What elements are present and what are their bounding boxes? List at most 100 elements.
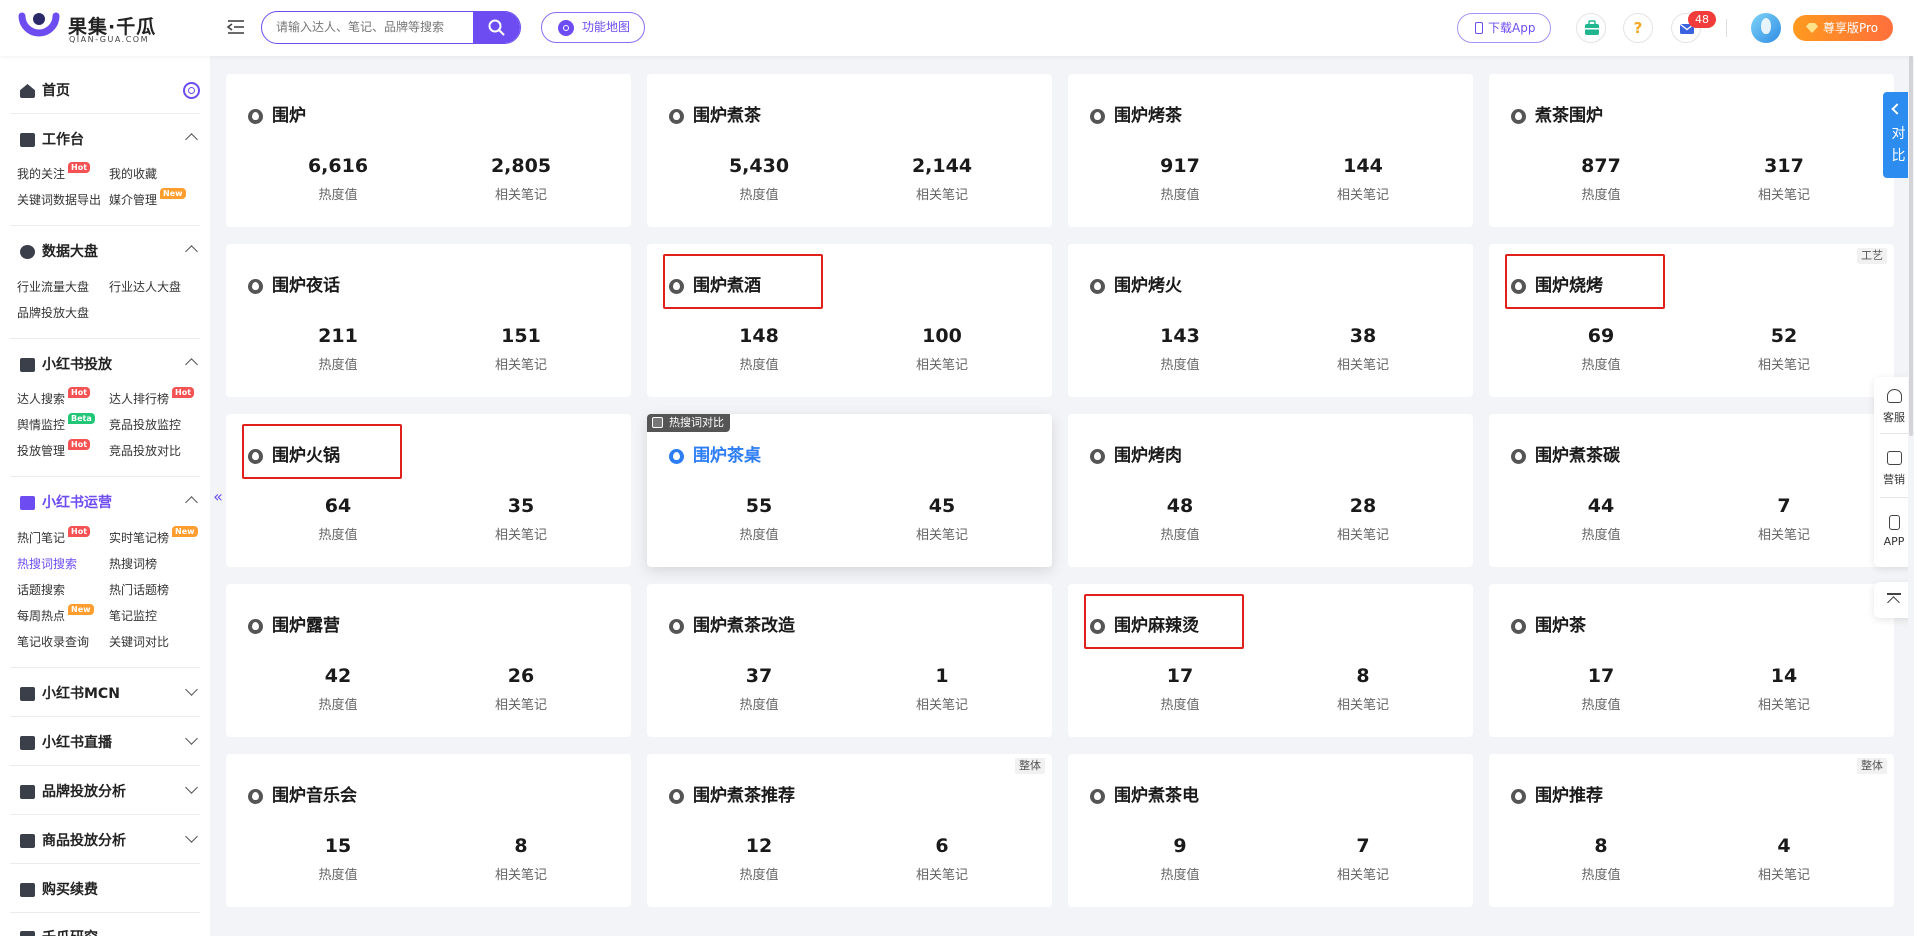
- hot-search-compare-checkbox[interactable]: 热搜词对比: [647, 414, 730, 432]
- sidebar-item-my-follow[interactable]: 我的关注: [17, 166, 65, 182]
- keyword-card[interactable]: 围炉 6,616 2,805 热度值 相关笔记: [226, 74, 631, 227]
- help-button[interactable]: ?: [1623, 13, 1653, 43]
- keyword-title[interactable]: 围炉推荐: [1535, 785, 1603, 807]
- sidebar-item-placement-management[interactable]: 投放管理: [17, 443, 65, 459]
- sidebar-divider: [10, 716, 200, 717]
- sidebar-item-industry-traffic[interactable]: 行业流量大盘: [17, 279, 89, 295]
- related-notes-value: 2,144: [911, 155, 973, 177]
- sidebar-item-competitor-monitor[interactable]: 竞品投放监控: [109, 417, 181, 433]
- sidebar-item-my-collection[interactable]: 我的收藏: [109, 166, 157, 182]
- sidebar-item-hot-notes[interactable]: 热门笔记: [17, 530, 65, 546]
- sidebar-item-competitor-compare[interactable]: 竞品投放对比: [109, 443, 181, 459]
- scrollbar-thumb[interactable]: [1909, 56, 1913, 436]
- sidebar-section-data-dashboard[interactable]: 数据大盘: [20, 242, 198, 262]
- keyword-title[interactable]: 围炉茶: [1535, 615, 1586, 637]
- keyword-title[interactable]: 围炉煮茶碳: [1535, 445, 1620, 467]
- keyword-title[interactable]: 围炉夜话: [272, 275, 340, 297]
- sidebar-item-brand-placement[interactable]: 品牌投放大盘: [17, 305, 89, 321]
- heat-value: 44: [1587, 495, 1615, 517]
- keyword-title[interactable]: 围炉烤肉: [1114, 445, 1182, 467]
- keyword-card[interactable]: 围炉煮茶碳 44 7 热度值 相关笔记: [1489, 414, 1894, 567]
- related-notes-label: 相关笔记: [915, 188, 968, 203]
- keyword-card[interactable]: 围炉烧烤 69 52 热度值 相关笔记 工艺: [1489, 244, 1894, 397]
- pie-chart-icon: [20, 245, 35, 259]
- keyword-card[interactable]: 煮茶围炉 877 317 热度值 相关笔记: [1489, 74, 1894, 227]
- keyword-title[interactable]: 围炉煮茶: [693, 105, 761, 127]
- heat-value: 6,616: [307, 155, 369, 177]
- keyword-card[interactable]: 围炉茶 17 14 热度值 相关笔记: [1489, 584, 1894, 737]
- keyword-title[interactable]: 围炉: [272, 105, 306, 127]
- sidebar-section-xhs-placement[interactable]: 小红书投放: [20, 355, 198, 375]
- keyword-card[interactable]: 围炉烤肉 48 28 热度值 相关笔记: [1068, 414, 1473, 567]
- logo[interactable]: 果集·千瓜 QIAN-GUA.COM: [18, 10, 168, 46]
- sidebar-item-kol-search[interactable]: 达人搜索: [17, 391, 65, 407]
- user-avatar[interactable]: [1751, 13, 1781, 43]
- keyword-card[interactable]: 围炉推荐 8 4 热度值 相关笔记 整体: [1489, 754, 1894, 907]
- keyword-title[interactable]: 围炉茶桌: [693, 445, 761, 467]
- pro-version-button[interactable]: 尊享版Pro: [1793, 15, 1893, 41]
- sidebar-collapse-icon[interactable]: «: [210, 485, 226, 509]
- home-icon: [20, 84, 35, 98]
- keyword-card[interactable]: 围炉烤火 143 38 热度值 相关笔记: [1068, 244, 1473, 397]
- keyword-title[interactable]: 围炉煮茶推荐: [693, 785, 795, 807]
- keyword-card[interactable]: 围炉音乐会 15 8 热度值 相关笔记: [226, 754, 631, 907]
- keyword-title[interactable]: 围炉露营: [272, 615, 340, 637]
- sidebar-section-xhs-live[interactable]: 小红书直播: [20, 732, 198, 753]
- keyword-card[interactable]: 围炉煮茶改造 37 1 热度值 相关笔记: [647, 584, 1052, 737]
- header-divider: [1726, 19, 1727, 37]
- keyword-title[interactable]: 围炉煮茶电: [1114, 785, 1199, 807]
- sidebar-item-hot-topics[interactable]: 热门话题榜: [109, 582, 169, 598]
- sidebar-item-industry-kol[interactable]: 行业达人大盘: [109, 279, 181, 295]
- keyword-card[interactable]: 围炉麻辣烫 17 8 热度值 相关笔记: [1068, 584, 1473, 737]
- function-map-button[interactable]: 功能地图: [541, 12, 645, 43]
- sidebar-item-hot-search-words[interactable]: 热搜词搜索: [17, 556, 77, 572]
- download-app-button[interactable]: 下载App: [1457, 13, 1551, 43]
- sidebar-item-note-monitor[interactable]: 笔记监控: [109, 608, 157, 624]
- keyword-card[interactable]: 围炉煮酒 148 100 热度值 相关笔记: [647, 244, 1052, 397]
- search-input[interactable]: [276, 12, 456, 42]
- keyword-title[interactable]: 围炉烤茶: [1114, 105, 1182, 127]
- sidebar-item-kol-ranking[interactable]: 达人排行榜: [109, 391, 169, 407]
- keyword-title[interactable]: 围炉烤火: [1114, 275, 1182, 297]
- sidebar-section-purchase[interactable]: 购买续费: [20, 880, 196, 900]
- toolbox-button[interactable]: [1576, 13, 1606, 43]
- keyword-title[interactable]: 煮茶围炉: [1535, 105, 1603, 127]
- sidebar-item-hot-search-ranking[interactable]: 热搜词榜: [109, 556, 157, 572]
- sidebar-item-weekly-hot[interactable]: 每周热点: [17, 608, 65, 624]
- sidebar-section-workbench[interactable]: 工作台: [20, 130, 198, 150]
- keyword-card[interactable]: 围炉火锅 64 35 热度值 相关笔记: [226, 414, 631, 567]
- video-camera-icon: [20, 736, 35, 750]
- keyword-card[interactable]: 围炉煮茶电 9 7 热度值 相关笔记: [1068, 754, 1473, 907]
- sidebar-item-keyword-compare[interactable]: 关键词对比: [109, 634, 169, 650]
- keyword-card[interactable]: 围炉露营 42 26 热度值 相关笔记: [226, 584, 631, 737]
- keyword-card[interactable]: 围炉煮茶推荐 12 6 热度值 相关笔记 整体: [647, 754, 1052, 907]
- keyword-title[interactable]: 围炉音乐会: [272, 785, 357, 807]
- keyword-card[interactable]: 围炉煮茶 5,430 2,144 热度值 相关笔记: [647, 74, 1052, 227]
- settings-gear-icon[interactable]: [183, 82, 200, 99]
- search-button[interactable]: [473, 12, 520, 43]
- sidebar-item-media-management[interactable]: 媒介管理: [109, 192, 157, 208]
- sidebar-item-topic-search[interactable]: 话题搜索: [17, 582, 65, 598]
- sidebar-item-note-index-query[interactable]: 笔记收录查询: [17, 634, 89, 650]
- sidebar-item-sentiment-monitor[interactable]: 舆情监控: [17, 417, 65, 433]
- sidebar-item-keyword-export[interactable]: 关键词数据导出: [17, 192, 101, 208]
- building-icon: [20, 687, 35, 701]
- keyword-card[interactable]: 围炉茶桌 55 45 热度值 相关笔记 热搜词对比: [647, 414, 1052, 567]
- page-scrollbar[interactable]: [1908, 56, 1914, 936]
- sidebar-section-research[interactable]: 千瓜研究: [20, 928, 196, 936]
- chevron-down-icon: [185, 781, 198, 794]
- trend-chart-icon: [20, 496, 35, 510]
- sidebar-divider: [10, 863, 200, 864]
- sidebar-home[interactable]: 首页: [20, 81, 200, 101]
- flame-icon: [1511, 789, 1526, 804]
- sidebar-section-xhs-mcn[interactable]: 小红书MCN: [20, 683, 198, 704]
- sidebar-item-realtime-notes[interactable]: 实时笔记榜: [109, 530, 169, 546]
- sidebar-section-brand-analysis[interactable]: 品牌投放分析: [20, 781, 198, 802]
- menu-toggle-icon[interactable]: [226, 17, 246, 37]
- keyword-card[interactable]: 围炉烤茶 917 144 热度值 相关笔记: [1068, 74, 1473, 227]
- sidebar-section-product-analysis[interactable]: 商品投放分析: [20, 830, 198, 851]
- related-notes-value: 7: [1356, 835, 1370, 857]
- keyword-card[interactable]: 围炉夜话 211 151 热度值 相关笔记: [226, 244, 631, 397]
- sidebar-section-xhs-operation[interactable]: 小红书运营: [20, 493, 198, 513]
- keyword-title[interactable]: 围炉煮茶改造: [693, 615, 795, 637]
